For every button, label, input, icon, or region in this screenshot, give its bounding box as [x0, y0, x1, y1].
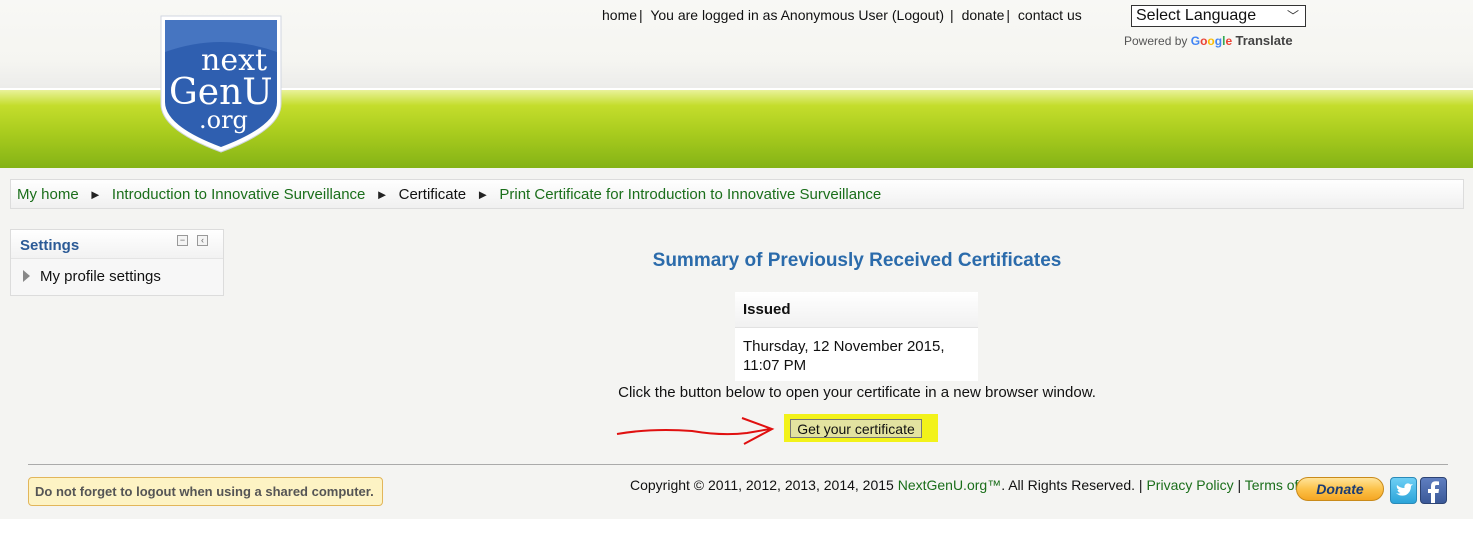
breadcrumb: My home ► Introduction to Innovative Sur…	[10, 179, 1464, 209]
copyright-text: Copyright © 2011, 2012, 2013, 2014, 2015	[630, 477, 894, 493]
column-header-issued: Issued	[735, 292, 978, 328]
rights-text: . All Rights Reserved. |	[1001, 477, 1143, 493]
language-select[interactable]: Select Language ﹀	[1131, 5, 1306, 27]
dock-icon[interactable]: ‹	[197, 235, 208, 246]
twitter-icon[interactable]	[1390, 477, 1417, 504]
get-certificate-button[interactable]: Get your certificate	[790, 419, 922, 438]
page-title: Summary of Previously Received Certifica…	[652, 250, 1062, 271]
red-arrow-annotation	[616, 417, 775, 445]
breadcrumb-separator: ►	[88, 187, 102, 202]
settings-item-profile[interactable]: My profile settings	[23, 268, 161, 285]
donate-button[interactable]: Donate	[1296, 477, 1384, 501]
breadcrumb-print-certificate[interactable]: Print Certificate for Introduction to In…	[499, 186, 881, 203]
issued-date: Thursday, 12 November 2015,	[743, 338, 945, 355]
logout-notice: Do not forget to logout when using a sha…	[28, 477, 383, 506]
issued-time: 11:07 PM	[743, 357, 807, 374]
donate-link[interactable]: donate	[962, 7, 1005, 23]
breadcrumb-certificate[interactable]: Certificate	[399, 186, 467, 203]
powered-by-google: Powered by Google Translate	[1124, 33, 1293, 48]
expand-triangle-icon	[23, 270, 30, 282]
brand-link[interactable]: NextGenU.org™	[898, 477, 1001, 493]
table-row: Thursday, 12 November 2015, 11:07 PM	[735, 328, 978, 382]
settings-title: Settings	[20, 237, 80, 254]
instruction-text: Click the button below to open your cert…	[618, 384, 1096, 401]
breadcrumb-separator: ►	[375, 187, 389, 202]
breadcrumb-my-home[interactable]: My home	[17, 186, 79, 203]
minimize-icon[interactable]: −	[177, 235, 188, 246]
logo-text-org: .org	[199, 106, 248, 134]
certificates-table: Issued Thursday, 12 November 2015, 11:07…	[735, 292, 978, 381]
twitter-bird-icon	[1396, 483, 1413, 496]
table-header-row: Issued	[735, 292, 978, 328]
nav-separator: |	[639, 7, 643, 23]
top-nav: home | You are logged in as Anonymous Use…	[602, 7, 1082, 23]
nav-separator: |	[1006, 7, 1011, 23]
copyright-line: Copyright © 2011, 2012, 2013, 2014, 2015…	[630, 477, 1327, 493]
breadcrumb-separator: ►	[476, 187, 490, 202]
language-select-value: Select Language	[1136, 7, 1257, 24]
issued-date-cell: Thursday, 12 November 2015, 11:07 PM	[735, 328, 978, 382]
chevron-down-icon: ﹀	[1286, 9, 1299, 23]
contact-link[interactable]: contact us	[1018, 7, 1082, 23]
breadcrumb-course[interactable]: Introduction to Innovative Surveillance	[112, 186, 365, 203]
privacy-policy-link[interactable]: Privacy Policy	[1146, 477, 1233, 493]
facebook-f-icon	[1428, 481, 1439, 503]
home-link[interactable]: home	[602, 7, 637, 23]
translate-link[interactable]: Translate	[1235, 33, 1292, 48]
logout-link[interactable]: (Logout)	[892, 7, 944, 23]
site-logo[interactable]: next GenU .org	[155, 12, 287, 154]
user-link[interactable]: Anonymous User	[781, 7, 888, 23]
facebook-icon[interactable]	[1420, 477, 1447, 504]
nav-separator: |	[950, 7, 954, 23]
logged-in-text: You are logged in as	[650, 7, 778, 23]
powered-by-label: Powered by	[1124, 34, 1188, 48]
footer-separator: |	[1237, 477, 1242, 493]
settings-block: Settings − ‹ My profile settings	[10, 229, 224, 296]
settings-item-label: My profile settings	[40, 268, 161, 285]
footer-divider	[28, 464, 1448, 465]
google-logo: Google	[1190, 34, 1233, 48]
